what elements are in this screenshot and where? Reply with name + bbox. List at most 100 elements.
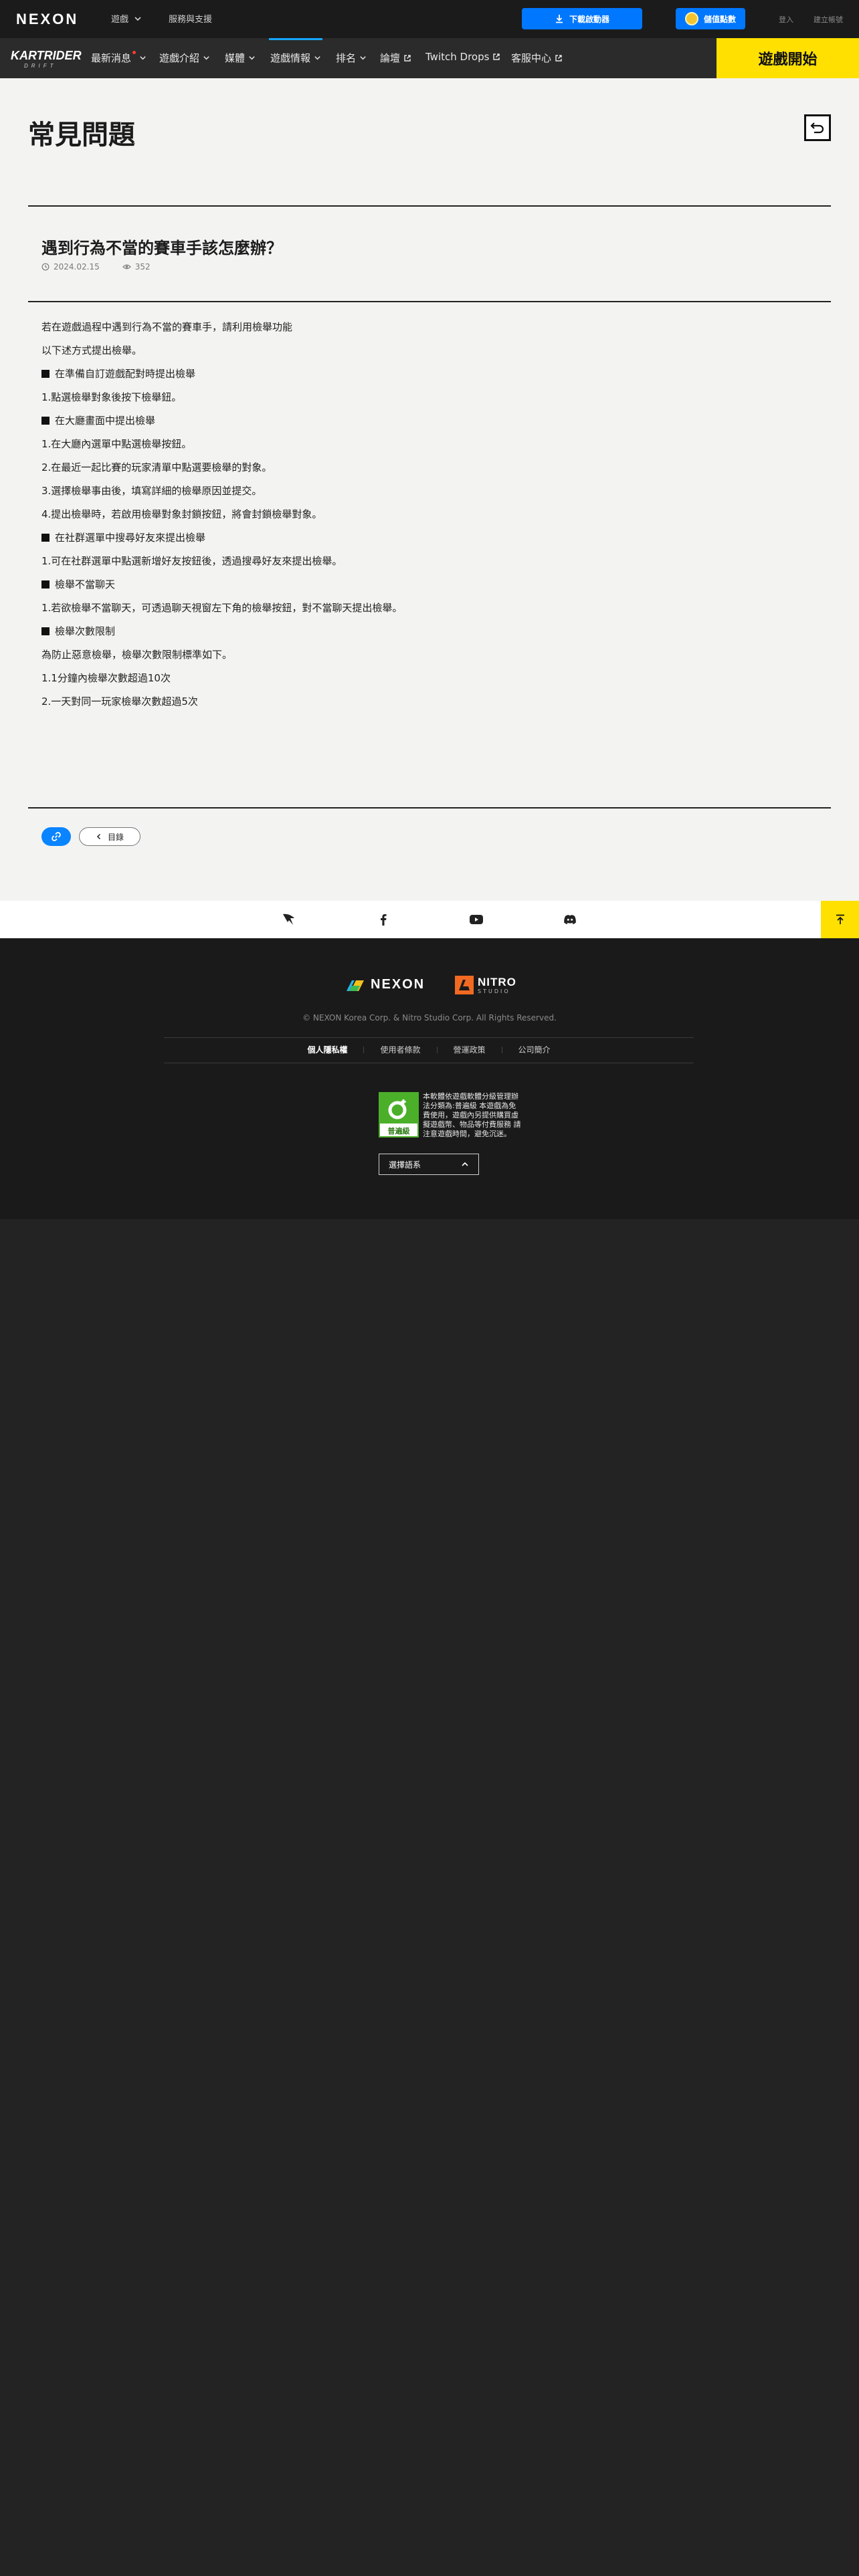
copyright-text: © NEXON Korea Corp. & Nitro Studio Corp.… — [302, 1013, 557, 1023]
section-heading: 檢舉不當聊天 — [41, 578, 804, 591]
social-bar — [0, 901, 859, 938]
nav-twitch-drops[interactable]: Twitch Drops — [425, 51, 500, 63]
games-menu[interactable]: 遊戲 — [111, 12, 142, 25]
body-line: 1.在大廳內選單中點選檢舉按鈕。 — [41, 438, 192, 450]
body-line: 1.若欲檢舉不當聊天，可透過聊天視窗左下角的檢舉按鈕，對不當聊天提出檢舉。 — [41, 602, 403, 614]
body-line: 4.提出檢舉時，若啟用檢舉對象封鎖按鈕，將會封鎖檢舉對象。 — [41, 508, 322, 520]
register-link[interactable]: 建立帳號 — [814, 14, 843, 25]
external-link-icon — [493, 53, 500, 60]
download-launcher-label: 下載啟動器 — [569, 14, 609, 24]
section-heading-text: 在大廳畫面中提出檢舉 — [55, 415, 156, 427]
clock-icon — [41, 263, 50, 271]
nexon-logo[interactable]: NEXON — [16, 11, 78, 28]
nav-game-intro-label: 遊戲介紹 — [159, 52, 200, 64]
body-line: 以下述方式提出檢舉。 — [41, 344, 142, 356]
post-date: 2024.02.15 — [54, 262, 100, 272]
facebook-icon[interactable] — [375, 911, 391, 928]
faq-content: 常見問題 遇到行為不當的賽車手該怎麼辦？ 2024.02.15 352 若在遊戲… — [0, 78, 859, 901]
link-icon — [52, 832, 61, 841]
footer-link-terms[interactable]: 使用者條款 — [364, 1044, 436, 1055]
page-title: 常見問題 — [28, 120, 135, 150]
new-badge-dot — [132, 51, 136, 54]
language-select-label: 選擇語系 — [389, 1160, 421, 1170]
return-arrow-icon — [810, 122, 824, 134]
body-line: 為防止惡意檢舉，檢舉次數限制標準如下。 — [41, 649, 233, 661]
body-line: 1.可在社群選單中點選新增好友按鈕後，透過搜尋好友來提出檢舉。 — [41, 555, 343, 567]
nav-forum-label: 論壇 — [380, 52, 401, 64]
body-line: 1.1分鐘內檢舉次數超過10次 — [41, 672, 171, 684]
divider — [28, 205, 831, 207]
nexon-emblem-icon — [347, 980, 364, 991]
youtube-icon[interactable] — [468, 911, 484, 928]
footer-link-privacy[interactable]: 個人隱私權 — [291, 1044, 363, 1055]
external-link-icon — [404, 54, 411, 62]
nav-media-label: 媒體 — [225, 52, 246, 64]
nav-customer-center-label: 客服中心 — [511, 52, 552, 64]
support-link-label: 服務與支援 — [169, 15, 213, 25]
section-heading: 在大廳畫面中提出檢舉 — [41, 414, 804, 427]
chevron-down-icon — [249, 56, 255, 60]
footer-link-company[interactable]: 公司簡介 — [502, 1044, 567, 1055]
section-heading: 檢舉次數限制 — [41, 625, 804, 638]
scroll-to-top-button[interactable] — [821, 901, 859, 938]
game-rating: 普遍級 本軟體依遊戲軟體分級管理辦法分類為:普遍級 本遊戲為免費使用，遊戲內另提… — [379, 1092, 523, 1139]
nexon-footer-logo-text: NEXON — [371, 977, 425, 992]
chevron-down-icon — [203, 56, 209, 60]
post-meta: 2024.02.15 352 — [41, 262, 151, 272]
rating-label: 普遍級 — [387, 1127, 410, 1136]
chevron-down-icon — [134, 16, 141, 21]
nitro-studio-social-icon[interactable] — [281, 911, 297, 928]
nav-customer-center[interactable]: 客服中心 — [511, 51, 563, 65]
nav-game-info[interactable]: 遊戲情報 — [268, 38, 323, 65]
support-link[interactable]: 服務與支援 — [169, 12, 212, 25]
section-heading-text: 在準備自訂遊戲配對時提出檢舉 — [55, 368, 196, 380]
footer-link-policy[interactable]: 營運政策 — [438, 1044, 502, 1055]
square-bullet-icon — [41, 417, 50, 425]
nav-game-intro[interactable]: 遊戲介紹 — [159, 51, 210, 65]
square-bullet-icon — [41, 580, 50, 588]
square-bullet-icon — [41, 534, 50, 542]
coin-icon — [684, 12, 698, 25]
kartrider-drift-logo[interactable]: KARTRIDER DRIFT — [9, 46, 82, 70]
rating-symbol-icon — [388, 1099, 407, 1119]
chevron-down-icon — [140, 56, 146, 60]
download-launcher-button[interactable]: 下載啟動器 — [522, 8, 642, 29]
nitro-studio-logo[interactable]: NITRO STUDIO — [455, 976, 516, 994]
nav-news[interactable]: 最新消息 — [91, 51, 147, 65]
login-link[interactable]: 登入 — [779, 14, 793, 25]
back-button[interactable] — [804, 114, 831, 141]
section-heading-text: 在社群選單中搜尋好友來提出檢舉 — [55, 532, 206, 544]
body-line: 2.一天對同一玩家檢舉次數超過5次 — [41, 695, 198, 708]
site-footer: NEXON NITRO STUDIO © NEXON Korea Corp. &… — [0, 938, 859, 1219]
chevron-down-icon — [314, 56, 320, 60]
top-up-points-label: 儲值點數 — [703, 14, 736, 24]
language-select[interactable]: 選擇語系 — [379, 1154, 479, 1175]
view-count: 352 — [134, 262, 151, 272]
chevron-left-icon — [96, 833, 101, 840]
nitro-emblem-icon — [455, 976, 474, 994]
back-to-list-label: 目錄 — [107, 832, 124, 842]
footer-links: 個人隱私權 使用者條款 營運政策 公司簡介 — [164, 1044, 694, 1055]
nav-twitch-drops-label: Twitch Drops — [425, 51, 490, 63]
logo-subtext: DRIFT — [24, 63, 57, 69]
section-heading-text: 檢舉不當聊天 — [55, 578, 116, 591]
footer-divider — [164, 1037, 694, 1038]
chevron-down-icon — [360, 56, 366, 60]
arrow-up-icon — [836, 914, 844, 924]
nav-forum[interactable]: 論壇 — [380, 51, 411, 65]
nav-news-label: 最新消息 — [91, 52, 132, 64]
nexon-footer-logo[interactable]: NEXON — [345, 977, 425, 992]
question-title: 遇到行為不當的賽車手該怎麼辦？ — [41, 239, 282, 257]
nav-media[interactable]: 媒體 — [225, 51, 256, 65]
copy-link-button[interactable] — [41, 827, 71, 846]
square-bullet-icon — [41, 627, 50, 635]
game-start-button[interactable]: 遊戲開始 — [717, 38, 859, 78]
body-line: 2.在最近一起比賽的玩家清單中點選要檢舉的對象。 — [41, 461, 272, 473]
section-heading: 在準備自訂遊戲配對時提出檢舉 — [41, 367, 804, 381]
top-up-points-button[interactable]: 儲值點數 — [676, 8, 745, 29]
nav-ranking[interactable]: 排名 — [336, 51, 367, 65]
eye-icon — [122, 264, 131, 270]
discord-icon[interactable] — [562, 911, 578, 928]
download-icon — [555, 15, 563, 23]
back-to-list-button[interactable]: 目錄 — [79, 827, 140, 846]
